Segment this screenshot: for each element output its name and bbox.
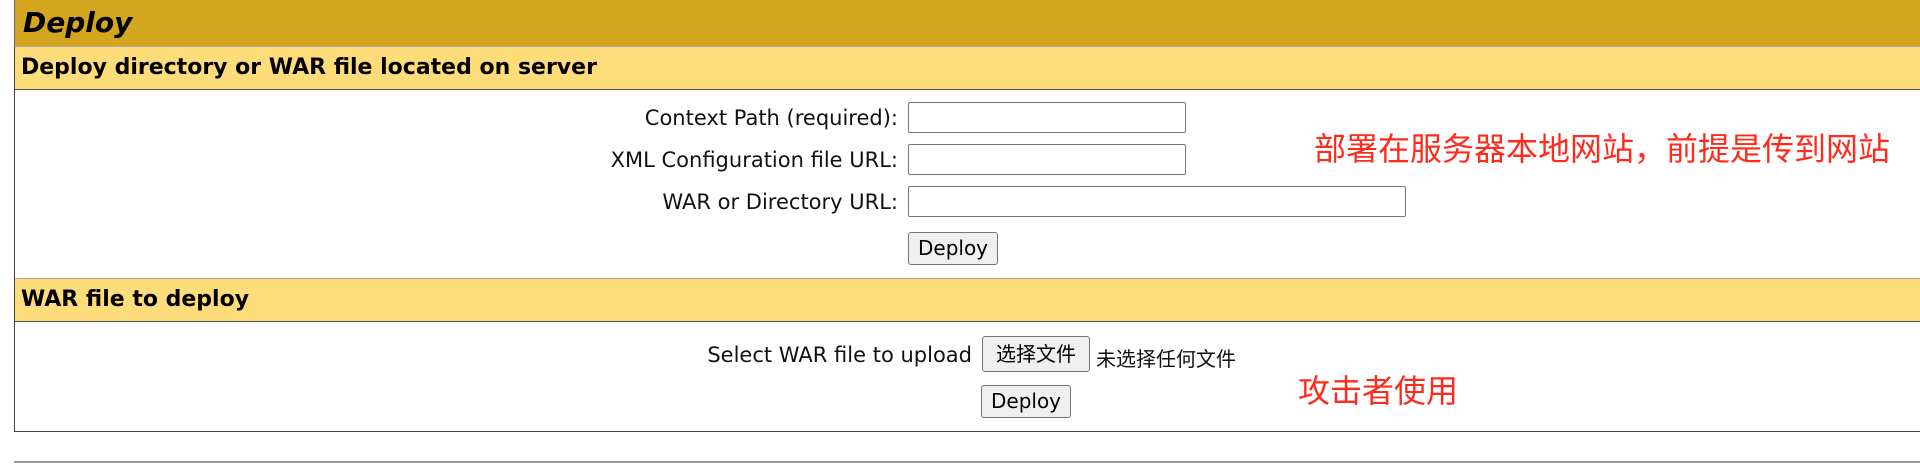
context-path-input[interactable] [908, 102, 1186, 133]
no-file-selected-text: 未选择任何文件 [1096, 347, 1236, 371]
server-deploy-button[interactable]: Deploy [908, 232, 998, 265]
war-upload-header-text: WAR file to deploy [21, 287, 250, 312]
select-war-label: Select WAR file to upload [707, 343, 972, 367]
xml-config-label: XML Configuration file URL: [610, 148, 898, 172]
war-dir-label: WAR or Directory URL: [662, 190, 898, 214]
server-deploy-header-text: Deploy directory or WAR file located on … [21, 55, 597, 80]
war-upload-header: WAR file to deploy [15, 278, 1920, 322]
server-note-annotation: 部署在服务器本地网站，前提是传到网站 [1314, 130, 1891, 168]
choose-file-button[interactable]: 选择文件 [982, 336, 1090, 372]
deploy-title: Deploy [23, 6, 133, 39]
context-path-label: Context Path (required): [644, 106, 898, 130]
war-dir-input[interactable] [908, 186, 1406, 217]
attacker-note-annotation: 攻击者使用 [1298, 372, 1459, 410]
war-upload-deploy-button[interactable]: Deploy [981, 385, 1071, 418]
bottom-divider [14, 461, 1920, 463]
deploy-title-bar: Deploy [14, 0, 1920, 46]
server-deploy-header: Deploy directory or WAR file located on … [15, 46, 1920, 90]
xml-config-input[interactable] [908, 144, 1186, 175]
